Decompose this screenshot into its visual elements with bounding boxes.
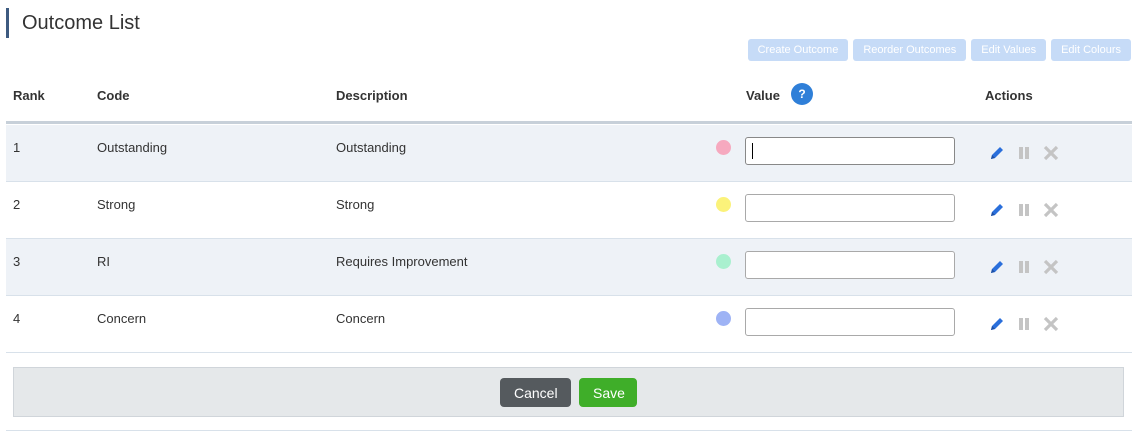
value-input[interactable]: [745, 251, 955, 279]
form-footer: Cancel Save: [13, 367, 1124, 417]
page-title: Outcome List: [6, 8, 140, 38]
rank-cell: 2: [13, 197, 21, 212]
code-cell: RI: [97, 254, 110, 269]
pencil-icon[interactable]: [988, 201, 1006, 219]
reorder-outcomes-button[interactable]: Reorder Outcomes: [853, 39, 967, 61]
description-cell: Concern: [336, 311, 386, 326]
colour-swatch: [716, 197, 731, 212]
code-cell: Strong: [97, 197, 136, 212]
pause-icon[interactable]: [1015, 201, 1033, 219]
table-row: 2 Strong Strong: [6, 182, 1132, 239]
colour-swatch: [716, 254, 731, 269]
pencil-icon[interactable]: [988, 258, 1006, 276]
code-cell: Concern: [97, 311, 147, 326]
save-button[interactable]: Save: [579, 378, 637, 407]
description-cell: Outstanding: [336, 140, 407, 155]
header-actions: Actions: [985, 88, 1033, 103]
close-icon[interactable]: [1042, 144, 1060, 162]
row-actions: [988, 144, 1060, 162]
header-rank: Rank: [13, 88, 45, 103]
colour-swatch: [716, 311, 731, 326]
table-row: 4 Concern Concern: [6, 296, 1132, 353]
close-icon[interactable]: [1042, 258, 1060, 276]
pencil-icon[interactable]: [988, 315, 1006, 333]
value-input[interactable]: [745, 194, 955, 222]
colour-swatch: [716, 140, 731, 155]
toolbar: Create Outcome Reorder Outcomes Edit Val…: [747, 39, 1131, 61]
close-icon[interactable]: [1042, 315, 1060, 333]
table-row: 1 Outstanding Outstanding: [6, 125, 1132, 182]
row-actions: [988, 258, 1060, 276]
value-input[interactable]: [745, 137, 955, 165]
text-cursor: [752, 143, 753, 159]
description-cell: Strong: [336, 197, 375, 212]
edit-colours-button[interactable]: Edit Colours: [1051, 39, 1131, 61]
header-code: Code: [97, 88, 130, 103]
edit-values-button[interactable]: Edit Values: [971, 39, 1047, 61]
pause-icon[interactable]: [1015, 144, 1033, 162]
code-cell: Outstanding: [97, 140, 168, 155]
pause-icon[interactable]: [1015, 315, 1033, 333]
header-description: Description: [336, 88, 408, 103]
pause-icon[interactable]: [1015, 258, 1033, 276]
header-value: Value: [746, 88, 780, 103]
description-cell: Requires Improvement: [336, 254, 468, 269]
rank-cell: 1: [13, 140, 21, 155]
close-icon[interactable]: [1042, 201, 1060, 219]
table-header: Rank Code Description Value ? Actions: [6, 80, 1132, 124]
value-input[interactable]: [745, 308, 955, 336]
table-row: 3 RI Requires Improvement: [6, 239, 1132, 296]
help-icon[interactable]: ?: [791, 83, 813, 105]
rank-cell: 4: [13, 311, 21, 326]
pencil-icon[interactable]: [988, 144, 1006, 162]
rank-cell: 3: [13, 254, 21, 269]
row-actions: [988, 201, 1060, 219]
divider: [6, 430, 1132, 431]
cancel-button[interactable]: Cancel: [500, 378, 571, 407]
row-actions: [988, 315, 1060, 333]
create-outcome-button[interactable]: Create Outcome: [747, 39, 849, 61]
